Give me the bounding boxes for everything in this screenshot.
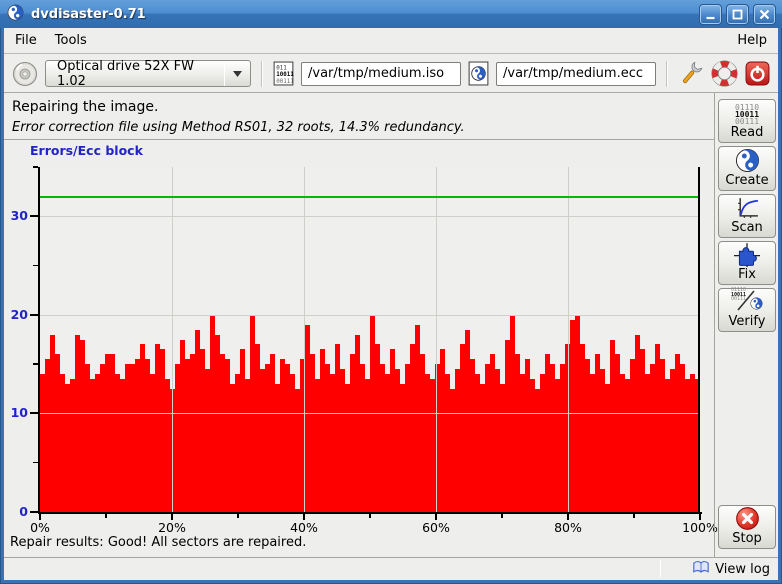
create-label: Create xyxy=(725,173,768,188)
scan-label: Scan xyxy=(731,220,763,235)
help-lifebelt-icon[interactable] xyxy=(711,60,738,87)
ecc-limit-line xyxy=(40,196,700,198)
menubar: File Tools Help xyxy=(4,28,778,54)
x-axis-minor-tick xyxy=(237,514,239,518)
verify-icon: 011101001100111 xyxy=(731,288,763,314)
y-axis-tick xyxy=(30,412,38,414)
menu-tools[interactable]: Tools xyxy=(46,29,96,52)
x-axis-label: 80% xyxy=(546,520,590,535)
svg-text:011: 011 xyxy=(276,65,287,71)
ecc-file-icon xyxy=(468,61,489,86)
view-log-link[interactable]: View log xyxy=(715,562,770,577)
x-axis-minor-tick xyxy=(105,514,107,518)
create-yinyang-icon xyxy=(735,148,760,173)
y-axis-label: 10 xyxy=(4,405,28,420)
log-book-icon xyxy=(692,560,710,578)
verify-label: Verify xyxy=(729,314,766,329)
y-gridline xyxy=(40,216,700,217)
x-axis-label: 60% xyxy=(414,520,458,535)
close-button[interactable] xyxy=(754,5,775,24)
x-axis-label: 40% xyxy=(282,520,326,535)
app-icon xyxy=(7,4,24,25)
x-axis-label: 100% xyxy=(678,520,722,535)
svg-text:10011: 10011 xyxy=(276,72,294,78)
chart-title: Errors/Ecc block xyxy=(30,143,143,158)
x-gridline xyxy=(172,167,173,512)
y-axis-tick xyxy=(30,215,38,217)
x-axis-label: 0% xyxy=(18,520,62,535)
drive-selector[interactable]: Optical drive 52X FW 1.02 xyxy=(45,60,251,87)
optical-drive-icon xyxy=(12,61,38,87)
window-controls xyxy=(700,5,775,24)
scan-button[interactable]: Scan xyxy=(718,194,776,238)
x-gridline xyxy=(568,167,569,512)
toolbar-separator xyxy=(261,61,263,87)
statusbar: View log xyxy=(4,558,778,580)
y-axis-label: 20 xyxy=(4,307,28,322)
stop-x-icon xyxy=(735,506,760,531)
scan-chart-icon xyxy=(735,195,760,220)
ecc-file-input[interactable] xyxy=(496,62,656,86)
x-gridline xyxy=(304,167,305,512)
y-axis-minor-tick xyxy=(33,363,38,365)
results-text: Repair results: Good! All sectors are re… xyxy=(10,535,306,550)
y-gridline xyxy=(40,413,700,414)
svg-text:00111: 00111 xyxy=(276,79,294,85)
image-file-icon: 011 10011 00111 xyxy=(273,61,294,86)
x-axis-minor-tick xyxy=(369,514,371,518)
read-button[interactable]: 011101001100111 Read xyxy=(718,99,776,143)
bar-series xyxy=(40,167,700,512)
fix-button[interactable]: Fix xyxy=(718,241,776,285)
create-button[interactable]: Create xyxy=(718,146,776,191)
minimize-button[interactable] xyxy=(700,5,721,24)
toolbar-separator xyxy=(666,61,668,87)
stop-label: Stop xyxy=(732,531,762,546)
y-axis-tick xyxy=(30,314,38,316)
status-line-secondary: Error correction file using Method RS01,… xyxy=(12,120,465,135)
y-axis-label: 0 xyxy=(4,504,28,519)
header-separator xyxy=(4,139,714,140)
toolbar: Optical drive 52X FW 1.02 011 10011 0011… xyxy=(4,55,778,93)
y-gridline xyxy=(40,315,700,316)
chevron-down-icon xyxy=(225,71,250,77)
x-axis-minor-tick xyxy=(633,514,635,518)
read-label: Read xyxy=(731,125,764,140)
window-title: dvdisaster-0.71 xyxy=(31,7,146,22)
statusbar-cell-separator xyxy=(660,560,661,577)
y-axis-minor-tick xyxy=(33,265,38,267)
titlebar[interactable]: dvdisaster-0.71 xyxy=(0,0,782,28)
menu-file[interactable]: File xyxy=(6,29,46,52)
image-file-input[interactable] xyxy=(301,62,461,86)
y-axis-tick xyxy=(30,511,38,513)
plot-area xyxy=(38,167,702,514)
y-axis-minor-tick xyxy=(33,462,38,464)
y-axis-minor-tick xyxy=(33,166,38,168)
status-line-primary: Repairing the image. xyxy=(12,99,158,115)
verify-button[interactable]: 011101001100111 Verify xyxy=(718,288,776,332)
x-axis-minor-tick xyxy=(501,514,503,518)
y-axis-label: 30 xyxy=(4,208,28,223)
menu-help[interactable]: Help xyxy=(728,29,776,52)
x-gridline xyxy=(436,167,437,512)
position-cursor-line xyxy=(698,167,700,512)
fix-puzzle-icon xyxy=(734,241,760,267)
preferences-wrench-icon[interactable] xyxy=(678,61,704,87)
maximize-button[interactable] xyxy=(727,5,748,24)
app-window: dvdisaster-0.71 File Tools Help Optical … xyxy=(0,0,782,584)
stop-button[interactable]: Stop xyxy=(718,505,776,549)
sidebar-separator xyxy=(714,93,715,557)
drive-selector-value: Optical drive 52X FW 1.02 xyxy=(46,59,224,89)
quit-power-icon[interactable] xyxy=(745,61,770,86)
x-axis-label: 20% xyxy=(150,520,194,535)
read-binary-icon: 011101001100111 xyxy=(735,103,759,125)
fix-label: Fix xyxy=(738,267,756,282)
